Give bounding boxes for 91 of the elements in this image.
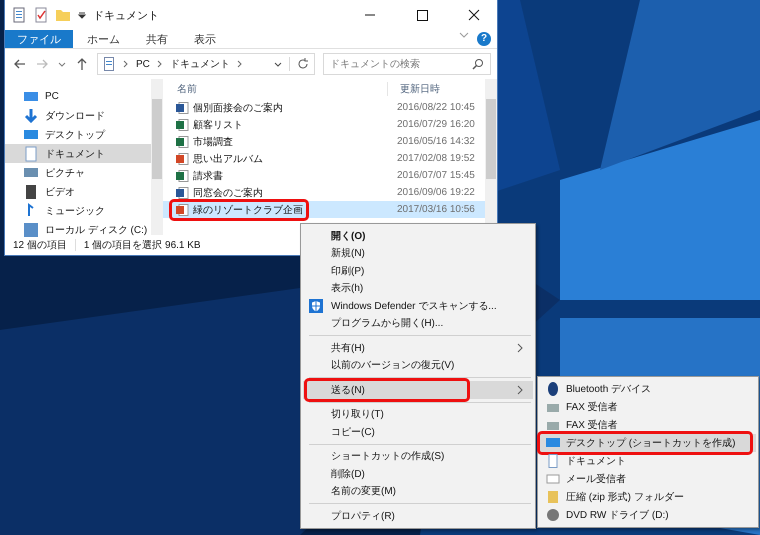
menu-item[interactable]: 新規(N)	[303, 244, 533, 262]
menu-item[interactable]: 削除(D)	[303, 465, 533, 482]
file-date: 2016/07/07 15:45	[396, 170, 475, 181]
ribbon-tab[interactable]: ファイル	[5, 30, 73, 48]
file-name: 個別面接会のご案内	[193, 102, 283, 114]
search-field[interactable]: ドキュメントの検索	[323, 53, 491, 75]
dropdown-icon[interactable]	[77, 10, 87, 20]
menu-item[interactable]: デスクトップ (ショートカットを作成)	[540, 434, 756, 452]
ribbon-tab[interactable]: 表示	[182, 30, 228, 48]
file-row[interactable]: 個別面接会のご案内 2016/08/22 10:45	[163, 99, 485, 116]
breadcrumb-item[interactable]: PC	[136, 58, 150, 70]
file-icon	[175, 186, 189, 200]
window-title: ドキュメント	[93, 8, 159, 22]
file-row[interactable]: 思い出アルバム 2017/02/08 19:52	[163, 150, 485, 167]
address-bar[interactable]: PC ドキュメント	[97, 53, 315, 75]
status-text: 12 個の項目	[13, 239, 67, 252]
menu-item[interactable]: Bluetooth デバイス	[540, 380, 756, 398]
download-icon	[23, 108, 39, 124]
file-name: 緑のリゾートクラブ企画	[193, 204, 303, 216]
sidebar-item[interactable]: ドキュメント	[5, 144, 151, 163]
file-name: 思い出アルバム	[193, 152, 263, 166]
menu-item[interactable]: 以前のバージョンの復元(V)	[303, 356, 533, 374]
file-row[interactable]: 緑のリゾートクラブ企画 2017/03/16 10:56	[163, 201, 485, 218]
file-row[interactable]: 請求書 2016/07/07 15:45	[163, 167, 485, 184]
file-icon	[175, 134, 189, 148]
sidebar-item[interactable]: PC	[5, 87, 151, 106]
column-header[interactable]: 更新日時	[387, 82, 440, 96]
file-date: 2016/07/29 16:20	[396, 119, 475, 130]
sidebar-item[interactable]: デスクトップ	[5, 125, 151, 144]
sidebar-item[interactable]: ミュージック	[5, 201, 151, 220]
file-icon	[175, 168, 189, 182]
dvd-icon	[546, 508, 560, 522]
file-row[interactable]: 顧客リスト 2016/07/29 16:20	[163, 116, 485, 133]
column-header[interactable]: 名前	[163, 82, 387, 96]
file-name: 請求書	[193, 170, 223, 182]
up-arrow-icon[interactable]	[75, 57, 89, 71]
file-name: 市場調査	[193, 136, 233, 148]
menu-item[interactable]: 表示(h)	[303, 280, 533, 297]
scrollbar[interactable]	[151, 79, 163, 235]
file-icon	[175, 202, 189, 216]
menu-item[interactable]: Windows Defender でスキャンする...	[303, 297, 533, 314]
chevron-right-icon	[515, 384, 525, 395]
chevron-right-icon[interactable]	[122, 60, 130, 68]
file-name: 同窓会のご案内	[193, 186, 263, 200]
file-date: 2016/09/06 19:22	[396, 187, 475, 198]
chevron-right-icon[interactable]	[236, 60, 244, 68]
document-icon	[23, 146, 39, 162]
back-arrow-icon[interactable]	[13, 57, 27, 71]
menu-item[interactable]: 共有(H)	[303, 339, 533, 356]
menu-item[interactable]: 名前の変更(M)	[303, 482, 533, 500]
checklist-icon[interactable]	[33, 7, 49, 23]
document-icon	[102, 57, 116, 71]
status-text: 1 個の項目を選択 96.1 KB	[84, 239, 201, 252]
ribbon-tab[interactable]: ホーム	[75, 30, 132, 48]
shield-icon	[309, 299, 323, 313]
file-row[interactable]: 市場調査 2016/05/16 14:32	[163, 133, 485, 150]
ribbon-tab[interactable]: 共有	[134, 30, 180, 48]
file-icon	[175, 118, 189, 132]
menu-item[interactable]: プログラムから開く(H)...	[303, 314, 533, 332]
breadcrumb-item[interactable]: ドキュメント	[170, 57, 230, 71]
chevron-right-icon[interactable]	[156, 60, 164, 68]
help-button[interactable]: ?	[477, 32, 491, 46]
file-date: 2016/05/16 14:32	[396, 136, 475, 147]
file-name: 顧客リスト	[193, 118, 243, 132]
menu-item[interactable]: FAX 受信者	[540, 416, 756, 434]
sidebar-item[interactable]: ピクチャ	[5, 163, 151, 182]
menu-item[interactable]: 印刷(P)	[303, 262, 533, 280]
search-icon	[471, 57, 485, 71]
menu-item[interactable]: ショートカットの作成(S)	[303, 448, 533, 465]
menu-item[interactable]: メール受信者	[540, 470, 756, 488]
menu-item[interactable]: コピー(C)	[303, 423, 533, 440]
file-row[interactable]: 同窓会のご案内 2016/09/06 19:22	[163, 184, 485, 201]
document-icon	[546, 454, 560, 468]
file-date: 2016/08/22 10:45	[396, 102, 475, 113]
menu-item[interactable]: ドキュメント	[540, 452, 756, 470]
file-date: 2017/02/08 19:52	[396, 153, 475, 164]
file-icon	[175, 152, 189, 166]
sidebar-item[interactable]: ダウンロード	[5, 106, 151, 125]
menu-item[interactable]: 圧縮 (zip 形式) フォルダー	[540, 488, 756, 506]
file-icon	[175, 100, 189, 114]
document-icon[interactable]	[11, 7, 27, 23]
sidebar-item[interactable]: ビデオ	[5, 182, 151, 201]
menu-item[interactable]: DVD RW ドライブ (D:)	[540, 506, 756, 524]
menu-item[interactable]: 開く(O)	[303, 227, 533, 244]
sidebar-item[interactable]: ローカル ディスク (C:)	[5, 220, 151, 239]
menu-item[interactable]: FAX 受信者	[540, 398, 756, 416]
menu-item[interactable]: プロパティ(R)	[303, 507, 533, 524]
zip-icon	[546, 490, 560, 504]
file-date: 2017/03/16 10:56	[396, 204, 475, 215]
chevron-right-icon	[515, 342, 525, 353]
menu-item[interactable]: 切り取り(T)	[303, 406, 533, 423]
